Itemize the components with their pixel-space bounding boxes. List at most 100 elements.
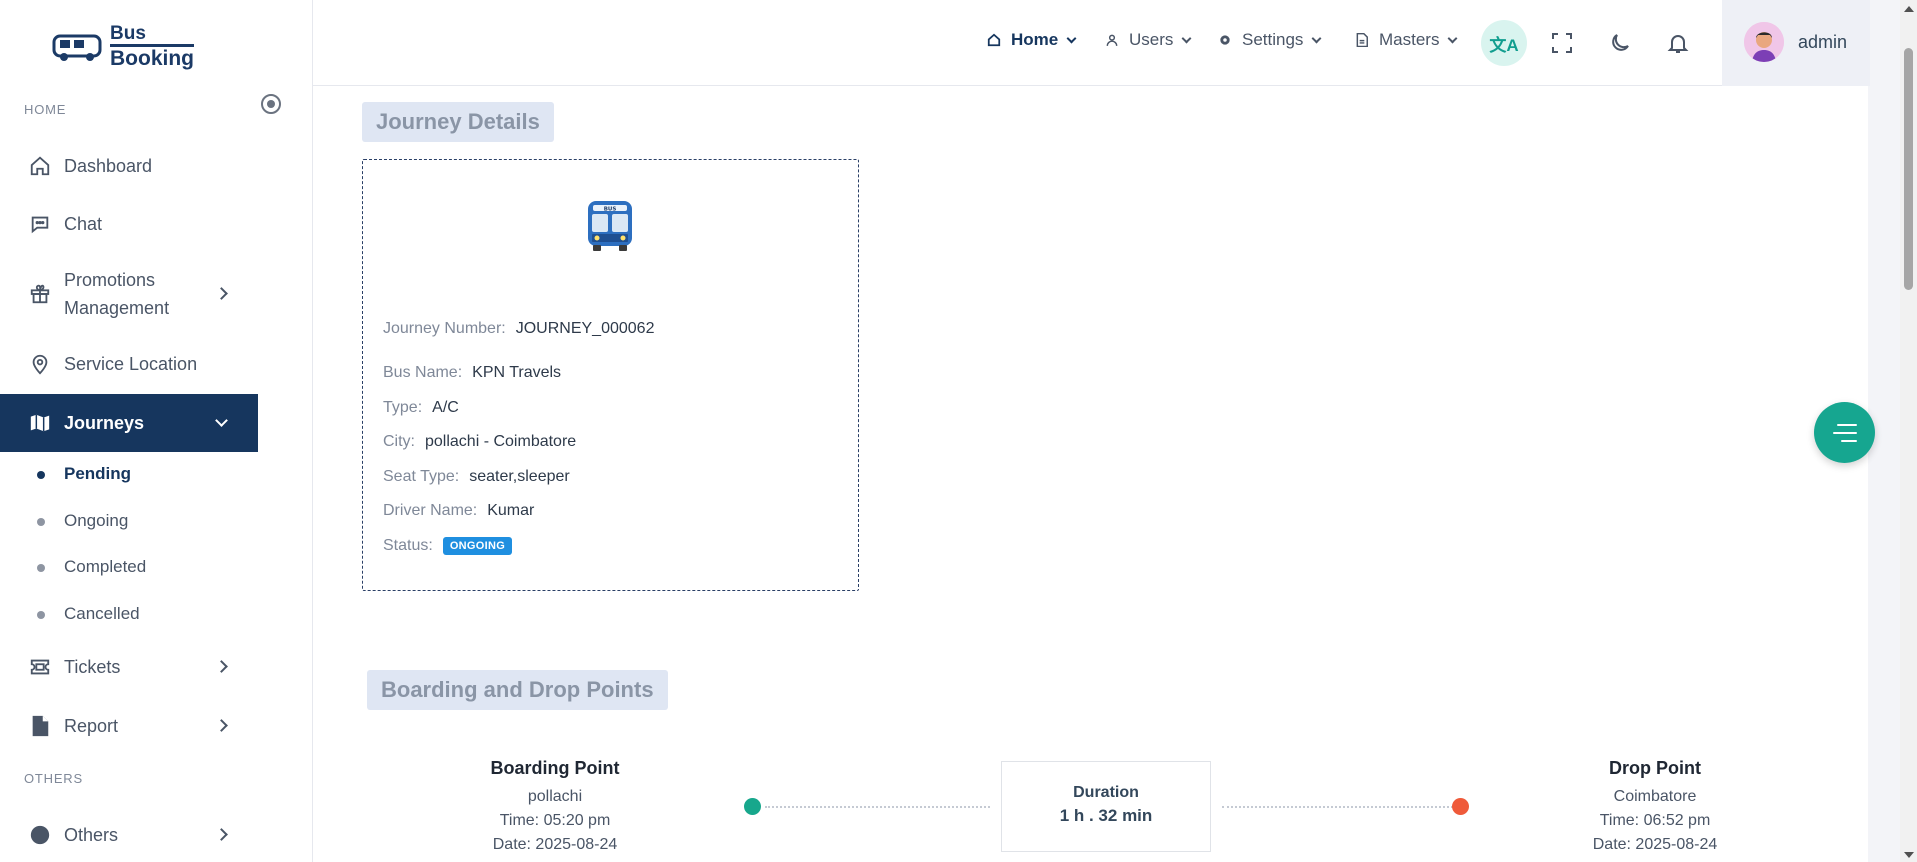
city-row: City: pollachi - Coimbatore bbox=[383, 433, 576, 451]
sidebar-item-others[interactable]: Others bbox=[0, 815, 258, 855]
sidebar-item-chat[interactable]: Chat bbox=[0, 200, 258, 248]
bus-name-label: Bus Name: bbox=[383, 364, 463, 381]
seat-type-value: seater,sleeper bbox=[469, 468, 570, 485]
scroll-up-arrow-icon[interactable] bbox=[1904, 6, 1914, 12]
driver-label: Driver Name: bbox=[383, 502, 478, 519]
translate-button[interactable]: 文A bbox=[1481, 20, 1527, 66]
chevron-down-icon bbox=[215, 414, 228, 427]
driver-row: Driver Name: Kumar bbox=[383, 502, 534, 520]
menu-masters[interactable]: Masters bbox=[1355, 30, 1458, 50]
sidebar-item-dashboard[interactable]: Dashboard bbox=[0, 142, 258, 190]
sidebar-subitem-pending[interactable]: Pending bbox=[0, 459, 258, 489]
user-profile-menu[interactable]: admin bbox=[1722, 0, 1870, 86]
brand-name: Bus Booking bbox=[110, 24, 194, 69]
section-label-others: OTHERS bbox=[24, 771, 83, 786]
top-navbar: Home Users Settings Masters 文A bbox=[313, 0, 1868, 86]
sidebar-collapse-toggle[interactable] bbox=[261, 94, 281, 114]
status-label: Status: bbox=[383, 537, 433, 554]
duration-value: 1 h . 32 min bbox=[1059, 806, 1153, 825]
bullet-icon bbox=[37, 611, 45, 619]
dark-mode-toggle[interactable] bbox=[1597, 20, 1643, 66]
bullet-icon bbox=[37, 518, 45, 526]
sidebar-subitem-completed[interactable]: Completed bbox=[0, 552, 258, 582]
chevron-right-icon bbox=[215, 828, 228, 841]
city-value: pollachi - Coimbatore bbox=[425, 433, 577, 450]
journey-number-row: Journey Number: JOURNEY_000062 bbox=[383, 320, 654, 338]
file-icon bbox=[1355, 33, 1369, 47]
sidebar: Bus Booking HOME Dashboard Chat Promotio… bbox=[0, 0, 313, 862]
route-line-right bbox=[1222, 806, 1465, 808]
location-pin-icon bbox=[28, 352, 52, 376]
boarding-drop-title: Boarding and Drop Points bbox=[367, 670, 668, 710]
route-line-left bbox=[765, 806, 990, 808]
boarding-point-place: pollachi bbox=[527, 788, 583, 805]
journey-number-value: JOURNEY_000062 bbox=[515, 320, 655, 337]
menu-home-label: Home bbox=[1011, 30, 1059, 49]
sidebar-item-report[interactable]: Report bbox=[0, 702, 258, 750]
journey-card: BUS Journey Number: JOURNEY_000062 Bus N… bbox=[362, 159, 859, 591]
scrollbar-thumb[interactable] bbox=[1904, 48, 1913, 290]
sidebar-item-service-location[interactable]: Service Location bbox=[0, 340, 258, 388]
sidebar-subitem-label: Completed bbox=[64, 557, 147, 576]
fullscreen-button[interactable] bbox=[1539, 20, 1585, 66]
type-label: Type: bbox=[383, 399, 423, 416]
sidebar-subitem-ongoing[interactable]: Ongoing bbox=[0, 506, 258, 536]
city-label: City: bbox=[383, 433, 415, 450]
bell-icon bbox=[1667, 35, 1689, 53]
sidebar-item-journeys[interactable]: Journeys bbox=[0, 394, 258, 452]
moon-icon bbox=[1612, 34, 1629, 51]
sidebar-item-label: Report bbox=[64, 715, 119, 736]
translate-icon: 文A bbox=[1489, 35, 1519, 55]
sidebar-item-tickets[interactable]: Tickets bbox=[0, 643, 258, 691]
menu-users[interactable]: Users bbox=[1105, 30, 1192, 50]
sidebar-item-label-line2: Management bbox=[64, 298, 170, 318]
sidebar-item-label: Service Location bbox=[64, 353, 198, 374]
floating-menu-button[interactable] bbox=[1814, 402, 1875, 463]
page-scrollbar[interactable] bbox=[1900, 0, 1917, 862]
fullscreen-icon bbox=[1552, 33, 1572, 53]
boarding-point-time: Time: 05:20 pm bbox=[499, 812, 611, 829]
seat-type-row: Seat Type: seater,sleeper bbox=[383, 468, 570, 486]
boarding-point-heading: Boarding Point bbox=[490, 758, 620, 778]
main-content: Journey Details BUS Journey Number: JOUR… bbox=[313, 86, 1868, 862]
notifications-button[interactable] bbox=[1655, 20, 1701, 66]
sidebar-item-label: Promotions Management bbox=[64, 266, 169, 322]
menu-home[interactable]: Home bbox=[987, 30, 1077, 50]
sidebar-subitem-label: Ongoing bbox=[64, 511, 129, 530]
menu-masters-label: Masters bbox=[1379, 30, 1440, 49]
boarding-marker bbox=[744, 798, 761, 815]
sidebar-item-label-line1: Promotions bbox=[64, 270, 156, 290]
type-value: A/C bbox=[432, 399, 459, 416]
drop-point-heading: Drop Point bbox=[1609, 758, 1701, 778]
bullet-icon bbox=[37, 564, 45, 572]
scroll-down-arrow-icon[interactable] bbox=[1904, 852, 1914, 858]
brand-logo[interactable]: Bus Booking bbox=[52, 24, 194, 69]
boarding-point-date: Date: 2025-08-24 bbox=[492, 836, 618, 853]
status-badge: ONGOING bbox=[442, 537, 513, 555]
menu-lines-icon bbox=[1832, 423, 1857, 442]
bus-logo-icon bbox=[52, 34, 102, 61]
status-row: Status: ONGOING bbox=[383, 537, 513, 555]
sidebar-item-label: Dashboard bbox=[64, 155, 153, 176]
menu-users-label: Users bbox=[1129, 30, 1174, 49]
document-icon bbox=[28, 714, 52, 738]
chevron-down-icon bbox=[1311, 33, 1322, 43]
sidebar-subitem-label: Cancelled bbox=[64, 604, 140, 623]
sidebar-item-promotions-management[interactable]: Promotions Management bbox=[0, 262, 258, 326]
chat-icon bbox=[28, 212, 52, 236]
chevron-down-icon bbox=[1181, 33, 1192, 43]
drop-point: Drop Point Coimbatore Time: 06:52 pm Dat… bbox=[1525, 758, 1785, 857]
gear-icon bbox=[1218, 33, 1232, 47]
section-label-home: HOME bbox=[24, 102, 67, 117]
avatar bbox=[1744, 22, 1784, 62]
type-row: Type: A/C bbox=[383, 399, 459, 417]
sidebar-subitem-cancelled[interactable]: Cancelled bbox=[0, 599, 258, 629]
menu-settings[interactable]: Settings bbox=[1218, 30, 1322, 50]
sidebar-item-label: Chat bbox=[64, 213, 103, 234]
drop-point-date: Date: 2025-08-24 bbox=[1592, 836, 1718, 853]
profile-name: admin bbox=[1798, 32, 1848, 52]
menu-settings-label: Settings bbox=[1242, 30, 1304, 49]
driver-value: Kumar bbox=[487, 502, 535, 519]
bus-name-value: KPN Travels bbox=[472, 364, 562, 381]
brand-line2: Booking bbox=[110, 44, 194, 69]
